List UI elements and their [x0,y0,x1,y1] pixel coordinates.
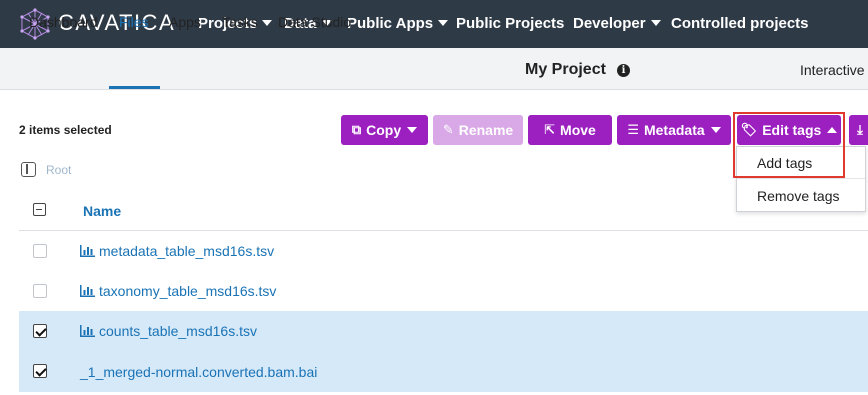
row-checkbox[interactable] [33,364,47,378]
rename-button-label: Rename [458,122,514,138]
list-icon: ☰ [627,122,639,137]
row-checkbox[interactable] [33,244,47,258]
tab-files[interactable]: Files [119,14,149,30]
tab-data-studio[interactable]: Data Studio [278,14,351,30]
breadcrumb-root[interactable]: Root [46,163,71,177]
table-row[interactable]: taxonomy_table_msd16s.tsv [19,271,868,311]
nav-developer[interactable]: Developer [573,15,661,32]
select-all-checkbox[interactable] [33,203,46,216]
column-header-name[interactable]: Name [83,203,121,219]
caret-down-icon [650,20,661,26]
chart-file-icon [80,245,95,257]
copy-icon: ⧉ [351,122,362,137]
nav-public-apps-label: Public Apps [347,15,434,32]
chart-file-icon [80,285,95,297]
table-row[interactable]: counts_table_msd16s.tsv [19,311,868,351]
file-name: counts_table_msd16s.tsv [99,323,257,339]
file-name-link[interactable]: metadata_table_msd16s.tsv [80,243,274,259]
move-button[interactable]: ⇱ Move [528,115,612,145]
file-name: metadata_table_msd16s.tsv [99,243,275,259]
tab-dashboard[interactable]: Dashboard [29,14,98,30]
nav-controlled-projects[interactable]: Controlled projects [671,15,809,32]
copy-button[interactable]: ⧉ Copy [341,115,428,145]
caret-down-icon [438,20,449,26]
nav-public-projects[interactable]: Public Projects [456,15,564,32]
move-button-label: Move [560,122,596,138]
sidebar-toggle-icon[interactable] [21,162,36,177]
tab-apps[interactable]: Apps [169,14,201,30]
file-name: taxonomy_table_msd16s.tsv [99,283,277,299]
table-row[interactable]: _1_merged-normal.converted.bam.bai [19,351,868,392]
metadata-button[interactable]: ☰ Metadata [617,115,731,145]
copy-button-label: Copy [366,122,402,138]
move-icon: ⇱ [544,122,556,137]
active-tab-indicator [109,86,160,89]
highlight-edit-tags [733,112,845,178]
pencil-icon: ✎ [442,122,454,137]
row-checkbox[interactable] [33,284,47,298]
menu-item-remove-tags[interactable]: Remove tags [757,188,839,204]
selection-count: 2 items selected [19,123,112,137]
nav-developer-label: Developer [573,15,646,32]
row-checkbox[interactable] [33,324,47,338]
nav-public-apps[interactable]: Public Apps [347,15,449,32]
project-subnav [0,48,868,90]
chart-file-icon [80,325,95,337]
download-button[interactable]: ⤓ [849,115,868,145]
download-icon: ⤓ [857,122,863,137]
caret-down-icon [407,127,418,133]
tab-tasks[interactable]: Tasks [222,14,258,30]
info-icon[interactable]: i [617,64,630,77]
file-name-link[interactable]: counts_table_msd16s.tsv [80,323,257,339]
file-name-link[interactable]: taxonomy_table_msd16s.tsv [80,283,276,299]
caret-down-icon [262,20,273,26]
file-name-link[interactable]: _1_merged-normal.converted.bam.bai [80,364,317,380]
caret-down-icon [710,127,721,133]
table-row[interactable]: metadata_table_msd16s.tsv [19,231,868,271]
rename-button[interactable]: ✎ Rename [433,115,523,145]
menu-divider [737,178,865,179]
nav-controlled-projects-label: Controlled projects [671,15,809,32]
nav-public-projects-label: Public Projects [456,15,565,32]
project-title: My Project [525,61,606,78]
tab-interactive[interactable]: Interactive [800,62,865,78]
metadata-button-label: Metadata [643,122,705,138]
